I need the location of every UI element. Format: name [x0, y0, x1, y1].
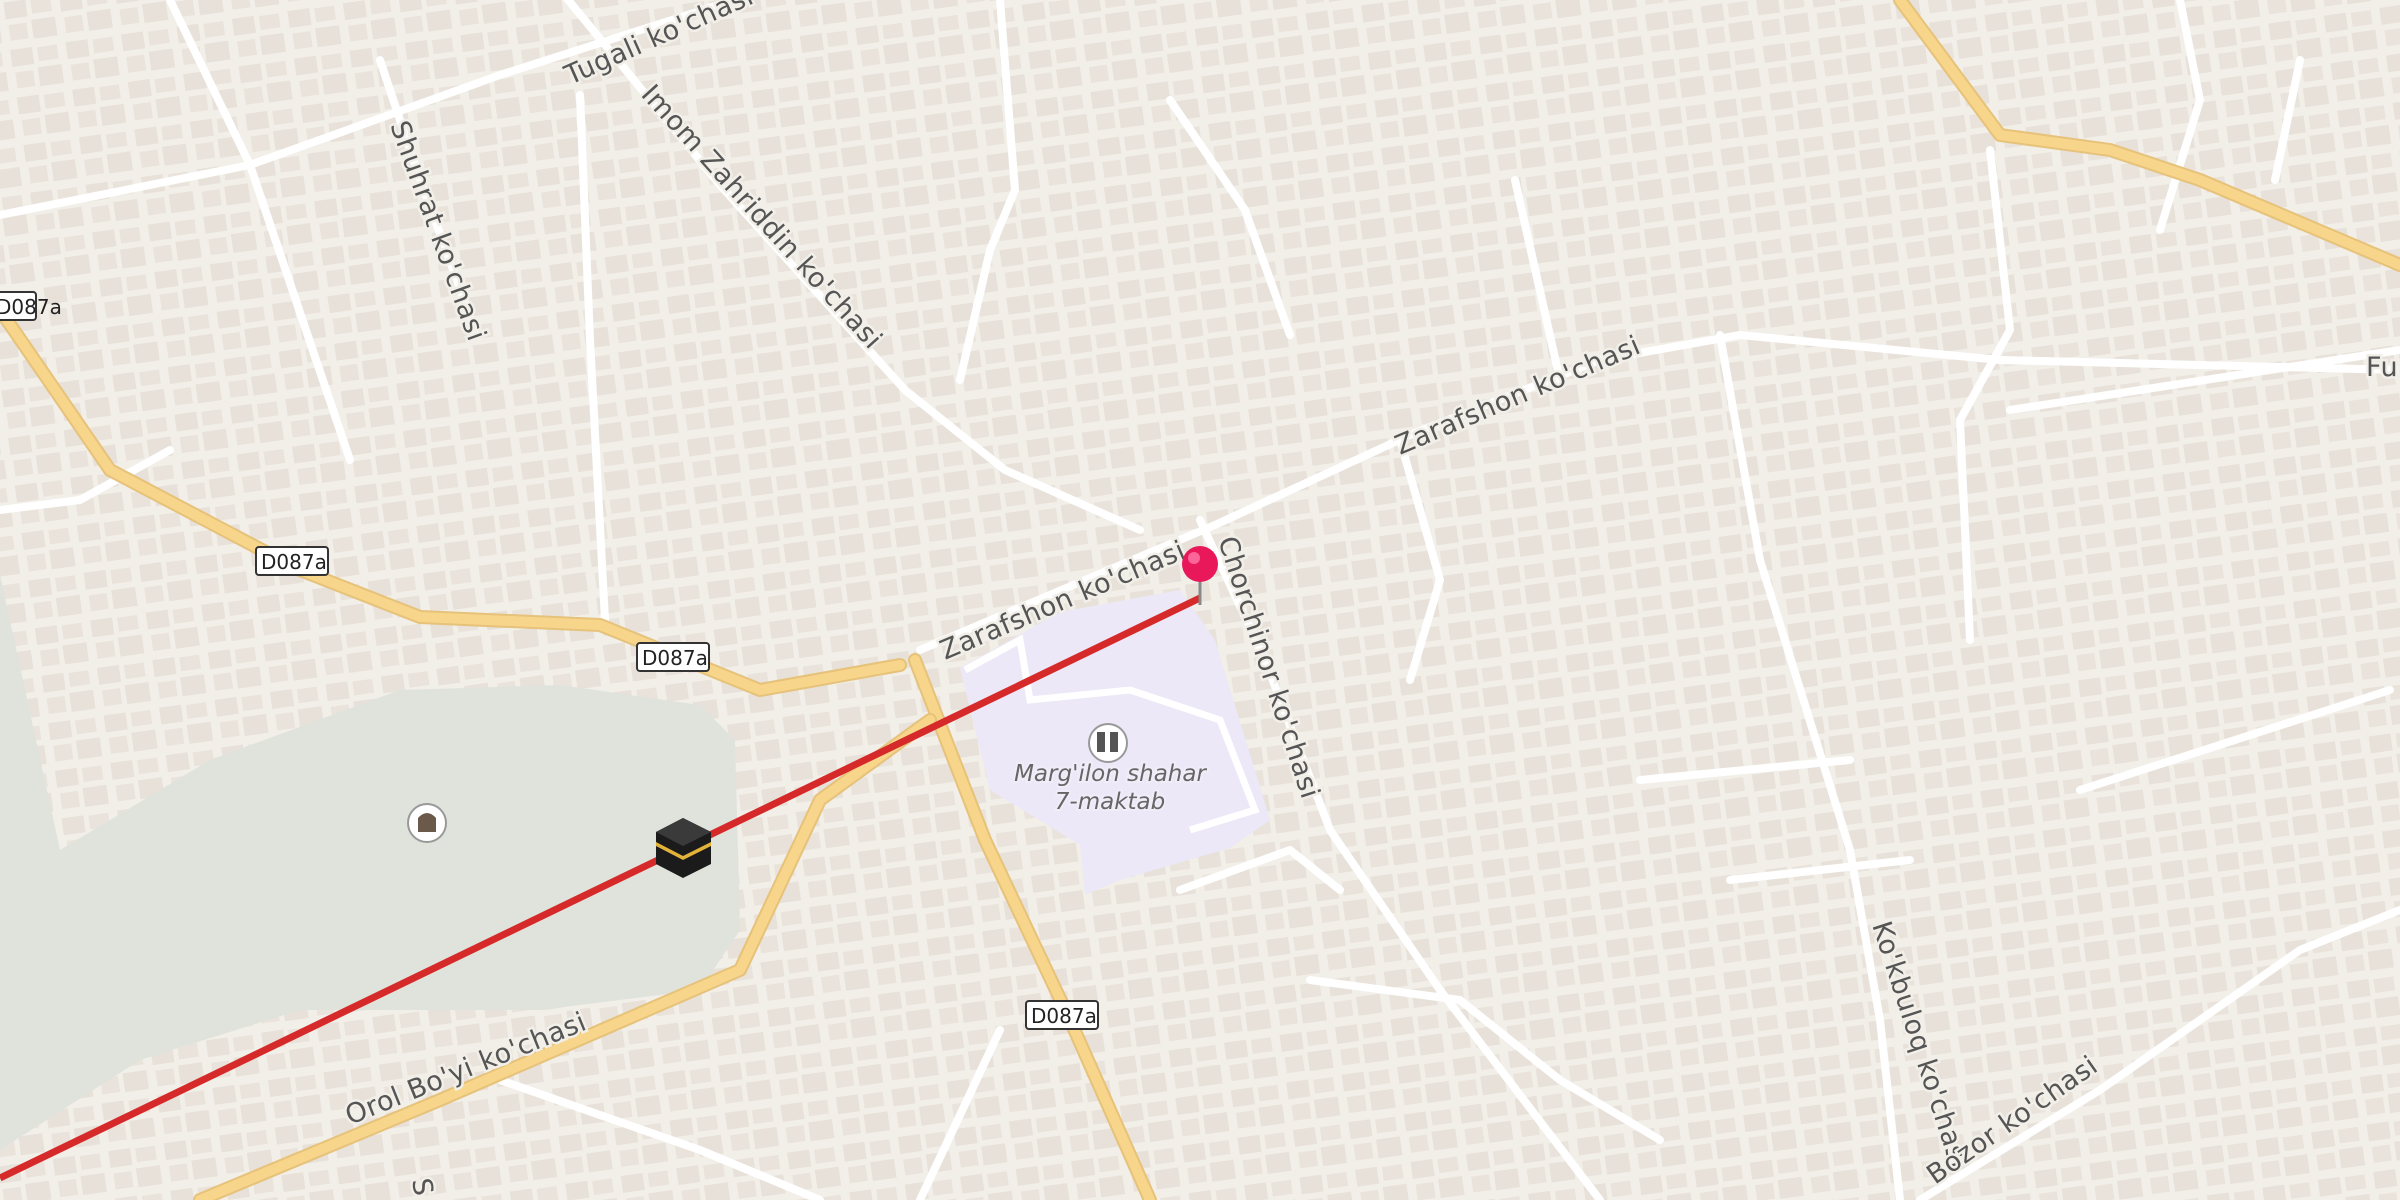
- road-ref-text: D087a: [261, 550, 327, 574]
- road-ref-text: D087a: [642, 646, 708, 670]
- road-ref-badge: D087a: [1025, 1000, 1099, 1030]
- road-ref-text: D087a: [1031, 1004, 1097, 1028]
- label-fur: Fur: [2366, 352, 2400, 383]
- map-canvas[interactable]: Tugali ko'chasi Imom Zahriddin ko'chasi …: [0, 0, 2400, 1200]
- road-ref-badge: D087a: [636, 642, 710, 672]
- road-ref-badge: D087a: [255, 546, 329, 576]
- school-label-line2: 7-maktab: [1055, 789, 1165, 815]
- map-layer: Tugali ko'chasi Imom Zahriddin ko'chasi …: [0, 0, 2400, 1200]
- school-label-line1: Marg'ilon shahar: [1014, 761, 1207, 787]
- road-ref-badge: D087a: [0, 291, 62, 321]
- road-ref-text: D087a: [0, 295, 62, 319]
- cemetery-icon[interactable]: [407, 803, 447, 843]
- school-icon[interactable]: [1088, 723, 1128, 763]
